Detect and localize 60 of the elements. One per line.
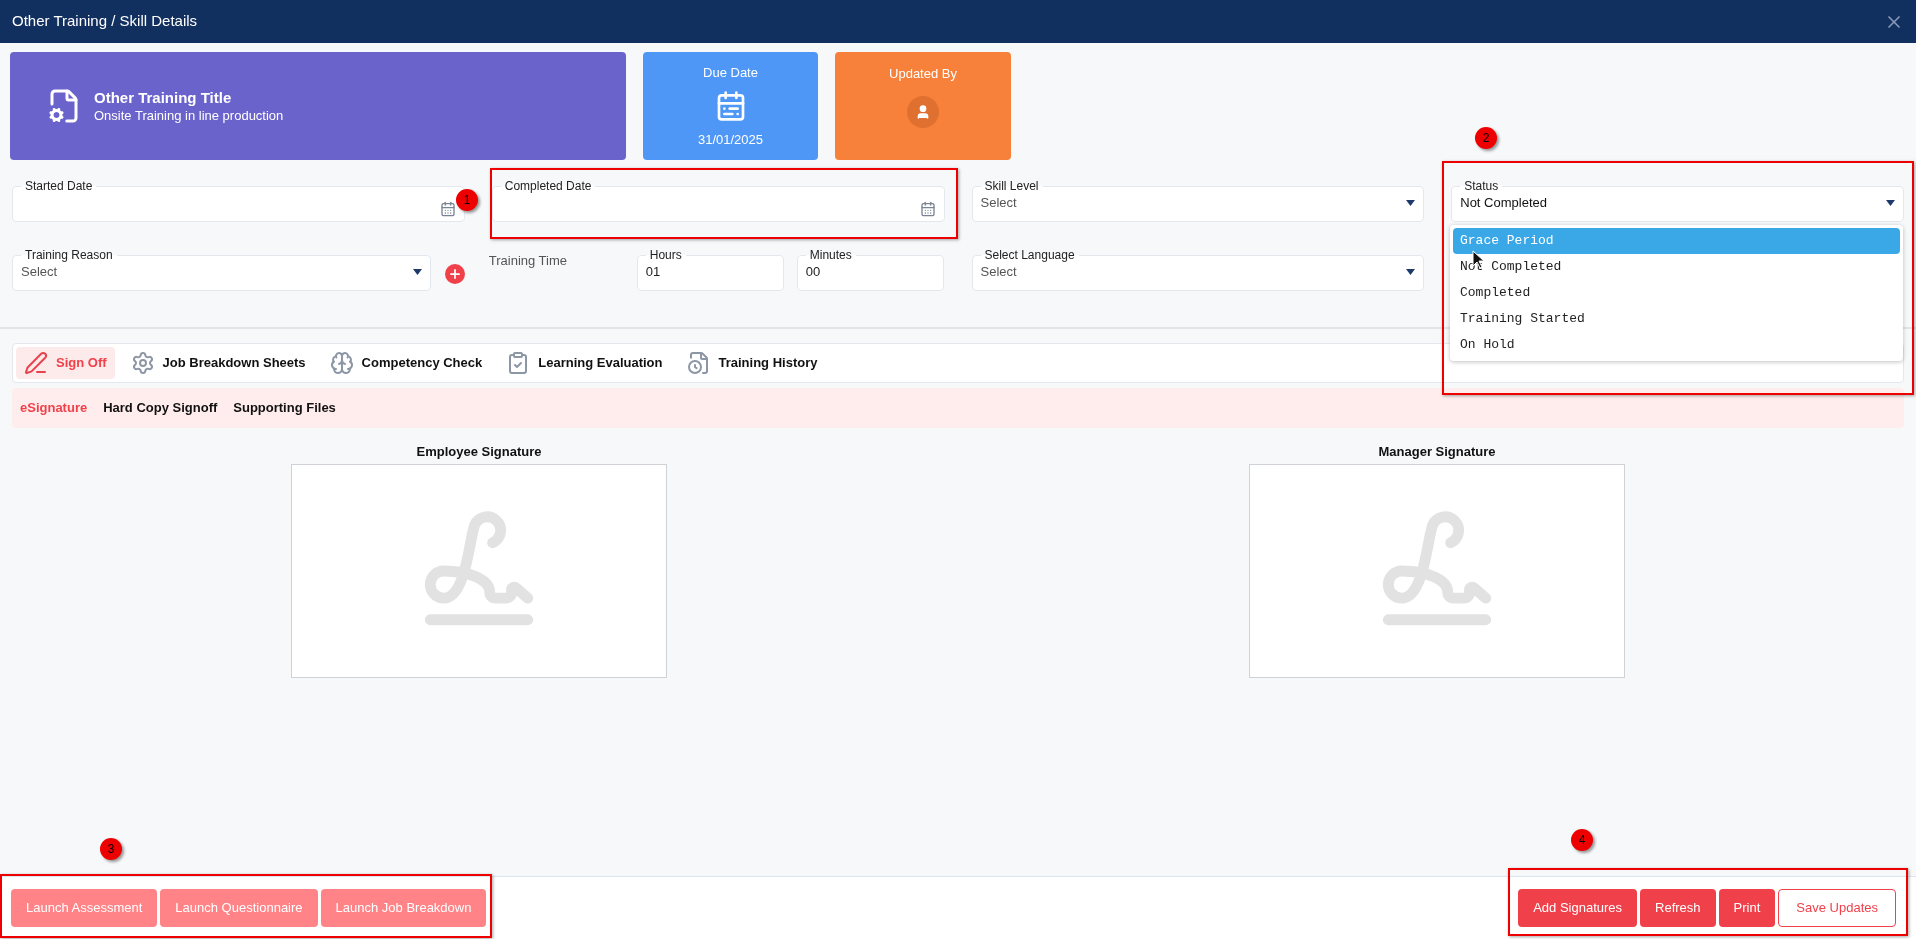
dropdown-caret-icon — [1406, 268, 1416, 275]
due-date-value: 31/01/2025 — [697, 131, 764, 149]
action-button[interactable]: Save Updates — [1778, 889, 1896, 927]
sub-tab[interactable]: Supporting Files — [233, 398, 336, 418]
action-button[interactable]: Print — [1718, 889, 1776, 927]
plus-icon — [447, 267, 462, 281]
sub-tab[interactable]: Hard Copy Signoff — [103, 398, 218, 418]
field-label: Training Reason — [24, 249, 114, 261]
training-time-label: Training Time — [488, 252, 569, 270]
form-field[interactable]: Started Date — [12, 180, 465, 222]
dropdown-option[interactable]: Training Started — [1453, 306, 1900, 332]
add-button[interactable] — [444, 264, 465, 284]
document-clock-icon — [686, 351, 711, 375]
form-field[interactable]: Completed Date — [491, 180, 945, 222]
card-heading: Updated By — [889, 65, 957, 83]
dropdown-option[interactable]: On Hold — [1453, 332, 1900, 358]
hours-value: 01 — [645, 262, 661, 281]
minutes-value: 00 — [805, 262, 821, 281]
field-label: Skill Level — [983, 180, 1040, 192]
select-value: Select — [980, 193, 1017, 212]
signature-label: Employee Signature — [416, 443, 542, 461]
annotation-number: 3 — [100, 838, 122, 860]
gear-icon — [130, 351, 155, 375]
field-label: Hours — [648, 249, 683, 261]
field-label: Status — [1463, 180, 1500, 192]
annotation-number: 1 — [456, 189, 478, 211]
field-label: Minutes — [808, 249, 853, 261]
form-field[interactable]: Hours 01 — [636, 249, 784, 291]
form-field[interactable]: Training Reason Select — [12, 249, 431, 291]
select-value: Select — [980, 262, 1017, 281]
annotation-number: 2 — [1475, 127, 1497, 149]
tab[interactable]: Learning Evaluation — [498, 347, 671, 379]
action-button[interactable]: Add Signatures — [1518, 889, 1638, 927]
signature-label: Manager Signature — [1378, 443, 1496, 461]
card-heading: Other Training Title — [94, 88, 233, 108]
dropdown-caret-icon — [1406, 199, 1416, 206]
dropdown-caret-icon — [1886, 199, 1895, 206]
dropdown-option[interactable]: Completed — [1453, 280, 1900, 306]
calendar-icon — [919, 200, 936, 217]
pen-icon — [24, 351, 48, 375]
select-value: Select — [21, 262, 58, 281]
dialog-title: Other Training / Skill Details — [12, 11, 198, 32]
tab[interactable]: Training History — [678, 347, 826, 379]
field-label: Completed Date — [503, 180, 593, 192]
tab[interactable]: Job Breakdown Sheets — [122, 347, 314, 379]
annotation-number: 4 — [1571, 829, 1593, 851]
form-field[interactable]: Status Not Completed — [1451, 180, 1904, 222]
select-value: Not Completed — [1460, 193, 1547, 212]
form-field[interactable]: Select Language Select — [971, 249, 1425, 291]
field-label: Select Language — [983, 249, 1076, 261]
form-field[interactable]: Skill Level Select — [971, 180, 1425, 222]
avatar-icon — [907, 95, 939, 128]
dropdown-caret-icon — [412, 268, 422, 275]
card-subtitle: Onsite Training in line production — [94, 108, 284, 124]
tab[interactable]: Competency Check — [321, 347, 491, 379]
card-heading: Due Date — [703, 63, 758, 82]
action-button[interactable]: Refresh — [1640, 889, 1716, 927]
field-label: Started Date — [24, 180, 94, 192]
form-field[interactable]: Minutes 00 — [796, 249, 944, 291]
calendar-icon — [439, 200, 456, 217]
